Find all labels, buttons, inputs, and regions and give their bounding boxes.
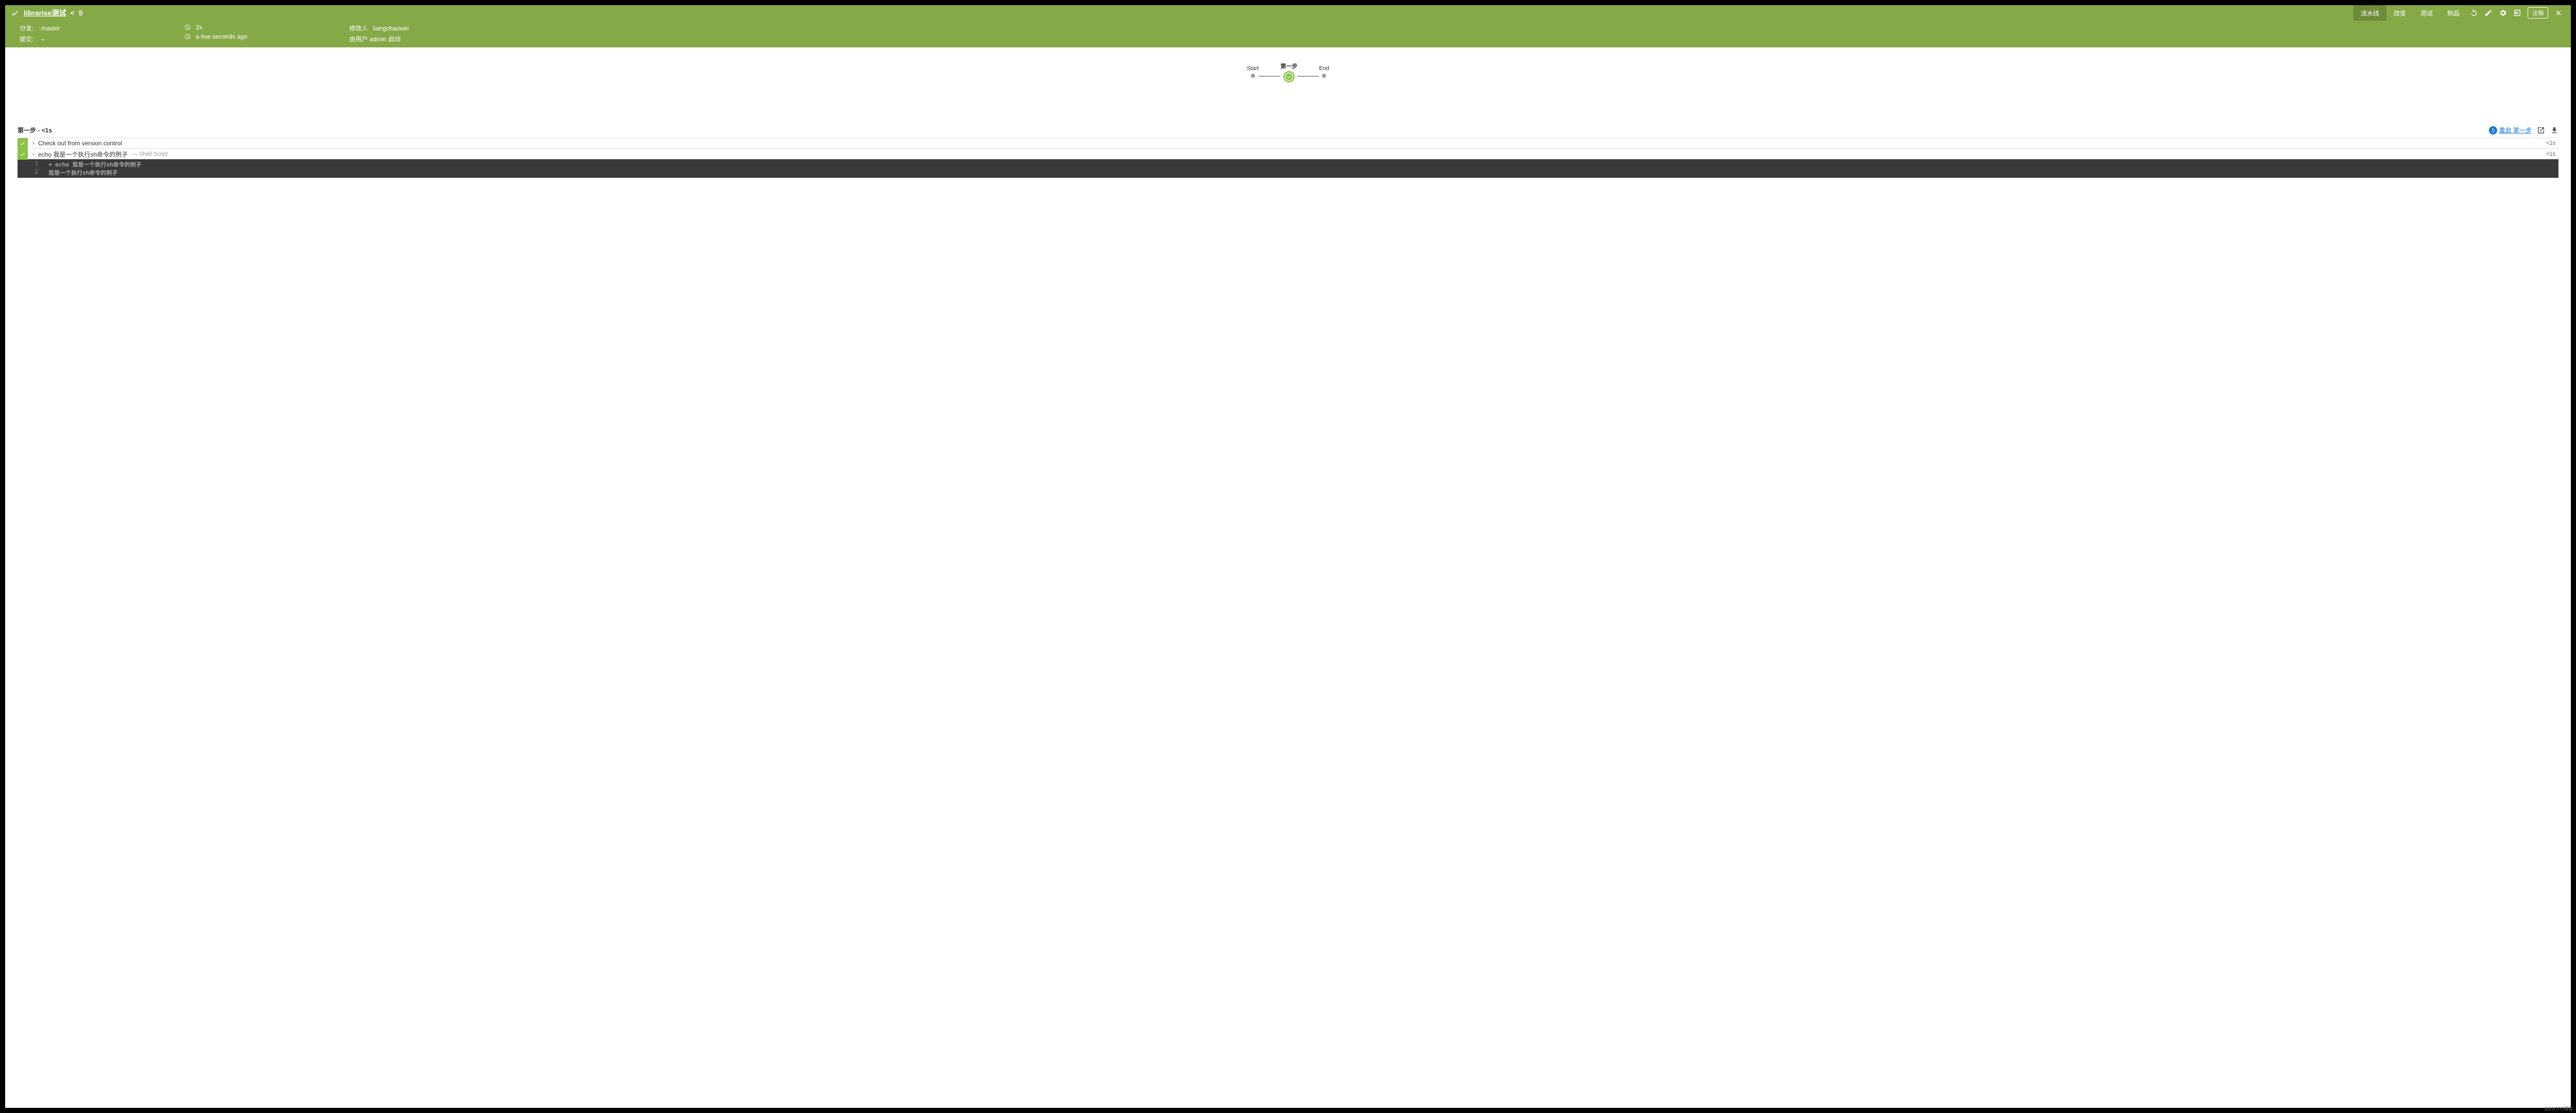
pipeline-title-link[interactable]: librarise测试 <box>24 8 66 18</box>
collapse-toggle[interactable] <box>29 151 38 157</box>
console-line: 1 + echo 我是一个执行sh命令的例子 <box>18 160 2558 168</box>
connector-line <box>1259 76 1280 77</box>
logout-button[interactable]: 注销 <box>2528 7 2548 19</box>
stage-dot-icon <box>1251 74 1255 78</box>
header-top-bar: librarise测试 < 5 流水线 改变 测试 制品 注销 <box>5 5 2571 21</box>
startedby-row: 由用户 admin 启动 <box>349 35 494 43</box>
external-link-icon <box>2537 126 2545 134</box>
stage-label: 第一步 <box>1280 62 1297 70</box>
tab-changes[interactable]: 改变 <box>2386 5 2413 21</box>
line-text: + echo 我是一个执行sh命令的例子 <box>48 160 2558 168</box>
stage-label: Start <box>1247 65 1259 72</box>
open-external-button[interactable] <box>2537 126 2545 134</box>
step-status-success <box>18 149 28 160</box>
chevron-right-icon <box>31 141 36 146</box>
commit-label: 提交: <box>20 35 36 43</box>
steps-actions: 重启 第一步 <box>2489 126 2558 134</box>
connector-line <box>1297 76 1319 77</box>
breadcrumb-chevron-icon: < <box>70 9 74 17</box>
step-name: echo 我是一个执行sh命令的例子 — Shell Script <box>38 150 2546 159</box>
run-info-bar: 分支: master 提交: – 2s a few seconds ago <box>5 21 2571 47</box>
branch-row: 分支: master <box>20 24 164 32</box>
stage-dot-icon <box>1322 74 1326 78</box>
restart-icon <box>2489 126 2497 134</box>
run-number: 5 <box>79 9 83 17</box>
modifier-label: 修改人 <box>349 24 368 32</box>
check-icon <box>20 140 26 146</box>
step-duration: <1s <box>2546 140 2558 146</box>
clock-icon <box>184 33 191 40</box>
header-title-group: librarise测试 < 5 <box>10 8 2353 18</box>
success-check-icon <box>10 8 20 18</box>
header-actions: 流水线 改变 测试 制品 注销 <box>2353 5 2566 21</box>
steps-title: 第一步 - <1s <box>18 126 52 134</box>
info-col-2: 2s a few seconds ago <box>184 24 329 43</box>
tab-tests[interactable]: 测试 <box>2413 5 2440 21</box>
stage-success-icon <box>1284 72 1294 81</box>
time-row: a few seconds ago <box>184 33 329 40</box>
rerun-button[interactable] <box>2467 5 2481 21</box>
step-row-checkout[interactable]: Check out from version control <1s <box>18 138 2558 148</box>
step-row-echo[interactable]: echo 我是一个执行sh命令的例子 — Shell Script <1s <box>18 148 2558 159</box>
check-icon <box>20 151 26 157</box>
modifier-value: liangchaowei <box>373 25 409 32</box>
commit-value: – <box>41 36 45 43</box>
info-col-1: 分支: master 提交: – <box>20 24 164 43</box>
download-button[interactable] <box>2550 126 2558 134</box>
step-status-success <box>18 138 28 149</box>
app-frame: librarise测试 < 5 流水线 改变 测试 制品 注销 分支: <box>5 5 2571 1108</box>
steps-header: 第一步 - <1s 重启 第一步 <box>18 123 2558 138</box>
close-icon <box>2554 9 2563 17</box>
branch-label: 分支: <box>20 24 36 32</box>
restart-label: 重启 第一步 <box>2499 126 2532 134</box>
commit-row: 提交: – <box>20 35 164 43</box>
step-name-text: Check out from version control <box>38 140 122 147</box>
close-button[interactable] <box>2551 5 2566 21</box>
edit-button[interactable] <box>2481 5 2496 21</box>
restart-stage-link[interactable]: 重启 第一步 <box>2489 126 2532 134</box>
startedby-value: 由用户 admin 启动 <box>349 35 400 43</box>
pipeline-graph: Start 第一步 End <box>1247 62 1329 81</box>
watermark: @51CTO博客 <box>2544 1105 2573 1112</box>
tab-artifacts[interactable]: 制品 <box>2440 5 2467 21</box>
tab-pipeline[interactable]: 流水线 <box>2353 5 2386 21</box>
step-name-text: echo 我是一个执行sh命令的例子 <box>38 150 128 159</box>
stage-step1[interactable]: 第一步 <box>1280 62 1297 81</box>
duration-value: 2s <box>196 24 202 31</box>
step-name: Check out from version control <box>38 140 2546 147</box>
expand-toggle[interactable] <box>29 141 38 146</box>
line-number: 1 <box>18 160 48 168</box>
pipeline-visualization: Start 第一步 End <box>5 47 2571 123</box>
gear-icon <box>2499 9 2507 17</box>
exit-button[interactable] <box>2510 5 2524 21</box>
chevron-down-icon <box>31 151 36 157</box>
stage-end[interactable]: End <box>1319 65 1329 78</box>
settings-button[interactable] <box>2496 5 2510 21</box>
line-number: 2 <box>18 168 48 177</box>
console-output: 1 + echo 我是一个执行sh命令的例子 2 我是一个执行sh命令的例子 <box>18 159 2558 178</box>
modifier-row: 修改人 liangchaowei <box>349 24 494 32</box>
download-icon <box>2550 126 2558 134</box>
duration-row: 2s <box>184 24 329 31</box>
pencil-icon <box>2484 9 2493 17</box>
step-duration: <1s <box>2546 151 2558 157</box>
info-col-3: 修改人 liangchaowei 由用户 admin 启动 <box>349 24 494 43</box>
header: librarise测试 < 5 流水线 改变 测试 制品 注销 分支: <box>5 5 2571 47</box>
steps-section: 第一步 - <1s 重启 第一步 Check out from version … <box>5 123 2571 1108</box>
branch-value: master <box>41 25 60 32</box>
stage-start[interactable]: Start <box>1247 65 1259 78</box>
stopwatch-icon <box>184 24 191 30</box>
console-line: 2 我是一个执行sh命令的例子 <box>18 168 2558 177</box>
time-value: a few seconds ago <box>196 33 247 40</box>
stage-label: End <box>1319 65 1329 72</box>
rerun-icon <box>2470 9 2478 17</box>
step-type-label: — Shell Script <box>132 151 168 157</box>
line-text: 我是一个执行sh命令的例子 <box>48 168 2558 177</box>
exit-icon <box>2513 9 2521 17</box>
